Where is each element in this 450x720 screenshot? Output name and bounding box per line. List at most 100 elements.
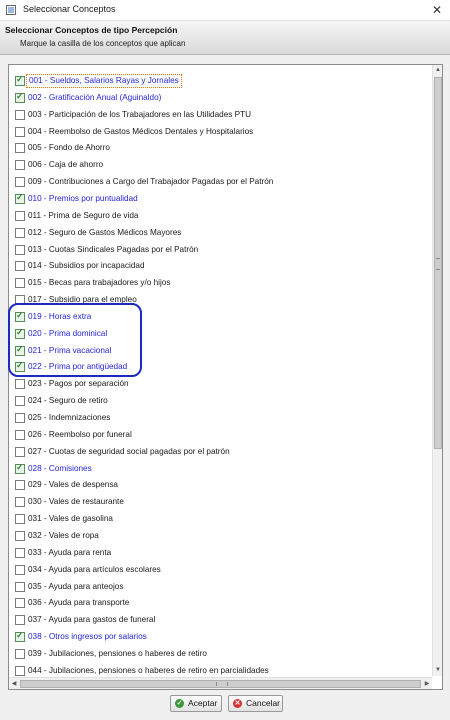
concept-label: 004 - Reembolso de Gastos Médicos Dental… [28, 126, 254, 136]
checkbox-unchecked[interactable] [15, 143, 25, 154]
concept-label: 033 - Ayuda para renta [28, 547, 112, 557]
checkbox-unchecked[interactable] [15, 295, 25, 306]
checkbox-unchecked[interactable] [15, 429, 25, 440]
concept-label: 039 - Jubilaciones, pensiones o haberes … [28, 648, 207, 658]
checkbox-unchecked[interactable] [15, 210, 25, 221]
checkbox-unchecked[interactable] [15, 547, 25, 558]
checkbox-unchecked[interactable] [15, 244, 25, 255]
check-icon: ✓ [16, 90, 24, 101]
grip-icon [436, 258, 440, 270]
concept-label: 019 - Horas extra [28, 311, 92, 321]
window-title: Seleccionar Conceptos [23, 4, 116, 14]
check-icon: ✓ [16, 74, 24, 84]
cancel-button[interactable]: ✕ Cancelar [228, 695, 283, 712]
checkbox-unchecked[interactable] [15, 615, 25, 626]
concept-label: 029 - Vales de despensa [28, 480, 118, 490]
checkbox-unchecked[interactable] [15, 413, 25, 423]
concept-label: 026 - Reembolso por funeral [28, 429, 132, 439]
checkbox-unchecked[interactable] [15, 227, 25, 238]
checkbox-unchecked[interactable] [15, 665, 25, 676]
checkbox-unchecked[interactable] [15, 598, 25, 609]
concept-label: 014 - Subsidios por incapacidad [28, 261, 145, 271]
scroll-left-icon[interactable]: ◀ [9, 678, 19, 689]
scroll-down-icon[interactable]: ▼ [433, 665, 442, 675]
check-icon: ✓ [16, 309, 24, 320]
concept-label: 013 - Cuotas Sindicales Pagadas por el P… [28, 244, 199, 254]
check-icon: ✓ [175, 699, 184, 708]
checkbox-unchecked[interactable] [15, 379, 25, 390]
check-icon: ✓ [16, 630, 24, 641]
checkbox-unchecked[interactable] [15, 564, 25, 575]
concept-label: 001 - Sueldos, Salarios Rayas y Jornales [26, 74, 182, 88]
dialog-header: Seleccionar Conceptos de tipo Percepción… [0, 21, 450, 55]
concept-label: 036 - Ayuda para transporte [28, 598, 130, 608]
checkbox-checked[interactable]: ✓ [15, 326, 25, 339]
check-icon: ✓ [16, 326, 24, 337]
checkbox-unchecked[interactable] [15, 497, 25, 508]
checkbox-checked[interactable]: ✓ [15, 191, 25, 204]
concept-label: 005 - Fondo de Ahorro [28, 143, 110, 153]
app-icon [6, 5, 16, 15]
checkbox-unchecked[interactable] [15, 126, 25, 137]
check-icon: ✓ [16, 360, 24, 371]
accept-button[interactable]: ✓ Aceptar [170, 695, 222, 712]
concept-label: 020 - Prima dominical [28, 328, 108, 338]
concept-label: 035 - Ayuda para anteojos [28, 581, 124, 591]
concept-label: 006 - Caja de ahorro [28, 160, 104, 170]
checkbox-unchecked[interactable] [15, 278, 25, 289]
checkbox-checked[interactable]: ✓ [15, 90, 25, 103]
checkbox-checked[interactable]: ✓ [15, 309, 25, 322]
cancel-icon: ✕ [233, 699, 242, 708]
checkbox-unchecked[interactable] [15, 160, 25, 171]
concept-label: 003 - Participación de los Trabajadores … [28, 109, 251, 119]
checkbox-unchecked[interactable] [15, 109, 25, 120]
scroll-right-icon[interactable]: ▶ [422, 678, 432, 689]
concept-label: 010 - Premios por puntualidad [28, 193, 138, 203]
concept-label: 030 - Vales de restaurante [28, 497, 124, 507]
concept-label: 031 - Vales de gasolina [28, 514, 113, 524]
checkbox-checked[interactable]: ✓ [15, 630, 25, 643]
vertical-scrollbar[interactable]: ▲ ▼ [432, 65, 442, 676]
concept-label: 012 - Seguro de Gastos Médicos Mayores [28, 227, 182, 237]
checkbox-checked[interactable]: ✓ [15, 461, 25, 474]
checkbox-unchecked[interactable] [15, 480, 25, 491]
checkbox-unchecked[interactable] [15, 177, 25, 188]
horizontal-scroll-thumb[interactable] [20, 680, 421, 688]
concept-label: 037 - Ayuda para gastos de funeral [28, 615, 156, 625]
checkbox-unchecked[interactable] [15, 648, 25, 659]
concept-label: 034 - Ayuda para artículos escolares [28, 564, 161, 574]
grip-icon [216, 682, 228, 686]
concept-label: 021 - Prima vacacional [28, 345, 112, 355]
checkbox-checked[interactable]: ✓ [15, 74, 25, 86]
checkbox-unchecked[interactable] [15, 446, 25, 457]
concept-label: 022 - Prima por antigüedad [28, 362, 128, 372]
checkbox-unchecked[interactable] [15, 261, 25, 272]
dialog-instructions: Marque la casilla de los conceptos que a… [20, 39, 186, 48]
checkbox-unchecked[interactable] [15, 514, 25, 525]
concept-label: 024 - Seguro de retiro [28, 396, 108, 406]
checkbox-unchecked[interactable] [15, 396, 25, 407]
check-icon: ✓ [16, 461, 24, 472]
concept-label: 023 - Pagos por separación [28, 379, 129, 389]
concept-label: 027 - Cuotas de seguridad social pagadas… [28, 446, 230, 456]
checkbox-checked[interactable]: ✓ [15, 343, 25, 356]
title-bar: Seleccionar Conceptos ✕ [0, 0, 450, 21]
concept-label: 038 - Otros ingresos por salarios [28, 632, 147, 642]
vertical-scroll-thumb[interactable] [434, 77, 442, 449]
checkbox-unchecked[interactable] [15, 530, 25, 541]
checkbox-unchecked[interactable] [15, 581, 25, 592]
concept-label: 032 - Vales de ropa [28, 530, 99, 540]
concept-label: 028 - Comisiones [28, 463, 92, 473]
accept-button-label: Aceptar [188, 698, 218, 708]
scroll-up-icon[interactable]: ▲ [433, 65, 442, 75]
close-icon[interactable]: ✕ [426, 1, 448, 19]
check-icon: ✓ [16, 343, 24, 354]
concept-label: 015 - Becas para trabajadores y/o hijos [28, 278, 171, 288]
concept-label: 011 - Prima de Seguro de vida [28, 210, 139, 220]
concept-label: 044 - Jubilaciones, pensiones o haberes … [28, 665, 269, 675]
concept-label: 002 - Gratificación Anual (Aguinaldo) [28, 92, 162, 102]
cancel-button-label: Cancelar [246, 698, 281, 708]
horizontal-scrollbar[interactable]: ◀ ▶ [9, 677, 432, 689]
check-icon: ✓ [16, 191, 24, 202]
checkbox-checked[interactable]: ✓ [15, 360, 25, 373]
